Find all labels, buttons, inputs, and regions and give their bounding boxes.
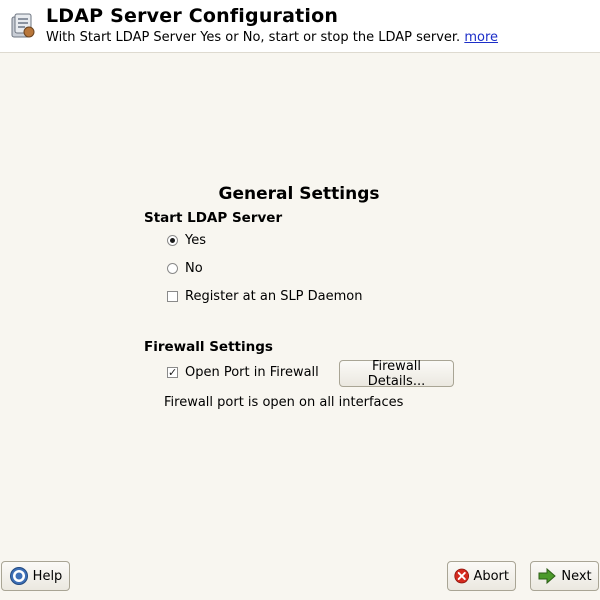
open-port-label: Open Port in Firewall (185, 365, 319, 380)
next-button[interactable]: Next (530, 561, 599, 591)
subtitle-text: With Start LDAP Server Yes or No, start … (46, 30, 461, 45)
register-slp-checkbox[interactable] (167, 291, 178, 302)
register-slp-label: Register at an SLP Daemon (185, 289, 363, 304)
abort-icon (454, 568, 470, 584)
abort-label: Abort (473, 568, 509, 584)
general-settings-title: General Settings (218, 184, 380, 204)
ldap-config-icon (11, 13, 35, 38)
radio-yes-row[interactable]: Yes (167, 233, 206, 248)
open-port-row[interactable]: Open Port in Firewall (167, 365, 319, 380)
next-label: Next (561, 568, 592, 584)
abort-button[interactable]: Abort (447, 561, 516, 591)
register-slp-row[interactable]: Register at an SLP Daemon (167, 289, 363, 304)
start-ldap-server-label: Start LDAP Server (144, 210, 283, 226)
help-label: Help (32, 568, 63, 584)
radio-yes[interactable] (167, 235, 178, 246)
header: LDAP Server Configuration With Start LDA… (0, 0, 600, 53)
firewall-details-button[interactable]: Firewall Details... (339, 358, 454, 389)
radio-no[interactable] (167, 263, 178, 274)
next-arrow-icon (538, 567, 557, 585)
help-button[interactable]: Help (1, 561, 70, 591)
open-port-checkbox[interactable] (167, 367, 178, 378)
help-icon (9, 567, 28, 585)
firewall-status-text: Firewall port is open on all interfaces (164, 395, 404, 410)
page-subtitle: With Start LDAP Server Yes or No, start … (46, 30, 498, 45)
page-title: LDAP Server Configuration (46, 5, 339, 27)
firewall-details-label: Firewall Details... (367, 358, 426, 389)
radio-no-label: No (185, 261, 203, 276)
radio-no-row[interactable]: No (167, 261, 203, 276)
more-link[interactable]: more (464, 30, 498, 45)
radio-yes-label: Yes (185, 233, 206, 248)
firewall-settings-label: Firewall Settings (144, 339, 273, 355)
